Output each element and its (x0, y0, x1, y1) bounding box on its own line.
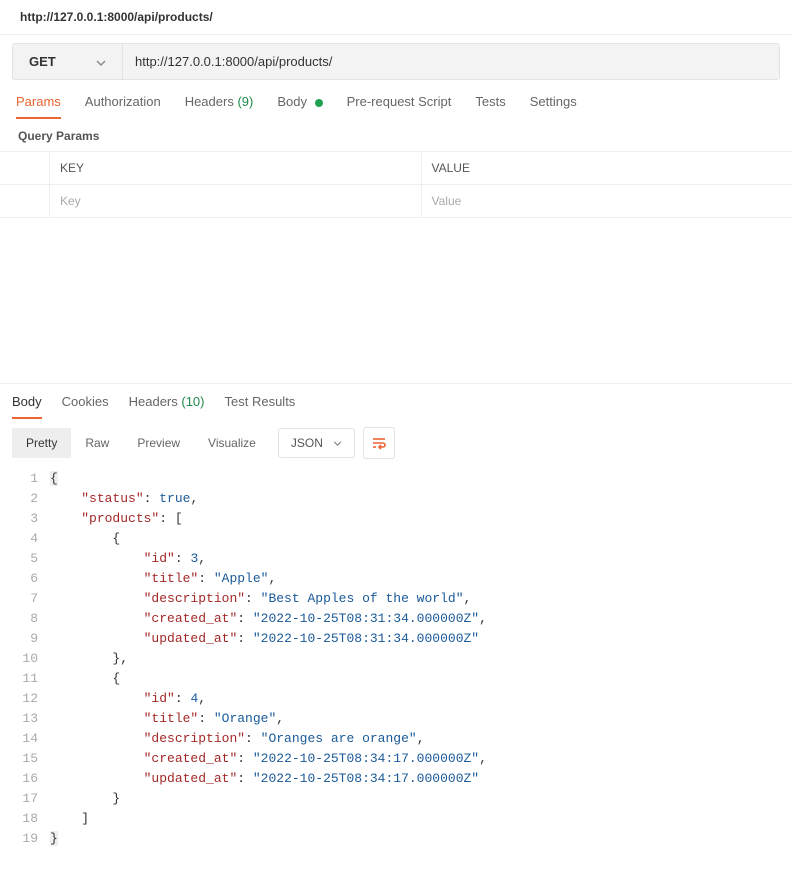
resp-tab-headers-label: Headers (129, 394, 178, 409)
wrap-icon (371, 436, 387, 450)
tab-headers-count: (9) (237, 94, 253, 109)
resp-tab-cookies[interactable]: Cookies (62, 394, 109, 419)
tab-headers[interactable]: Headers (9) (185, 94, 254, 119)
tab-tests[interactable]: Tests (475, 94, 505, 119)
view-preview-button[interactable]: Preview (123, 428, 194, 458)
params-checkbox-header (0, 152, 50, 185)
resp-tab-test-results[interactable]: Test Results (225, 394, 296, 419)
tab-headers-label: Headers (185, 94, 234, 109)
tab-params[interactable]: Params (16, 94, 61, 119)
green-dot-icon (315, 99, 323, 107)
params-table: KEY VALUE Key Value (0, 151, 792, 218)
resp-tab-body[interactable]: Body (12, 394, 42, 419)
tab-body[interactable]: Body (277, 94, 322, 119)
resp-tab-headers-count: (10) (181, 394, 204, 409)
params-value-input[interactable]: Value (422, 185, 792, 218)
params-header-row: KEY VALUE (0, 152, 792, 185)
http-method-value: GET (29, 54, 56, 69)
content-type-select[interactable]: JSON (278, 428, 355, 458)
params-key-input[interactable]: Key (50, 185, 422, 218)
params-key-header: KEY (50, 152, 422, 185)
query-params-label: Query Params (0, 119, 792, 151)
params-value-header: VALUE (422, 152, 792, 185)
view-raw-button[interactable]: Raw (71, 428, 123, 458)
view-mode-group: Pretty Raw Preview Visualize (12, 428, 270, 458)
response-body-viewer[interactable]: 1{2 "status": true,3 "products": [4 {5 "… (0, 467, 792, 869)
params-row-checkbox[interactable] (0, 185, 50, 218)
response-toolbar: Pretty Raw Preview Visualize JSON (0, 419, 792, 467)
request-url-input[interactable]: http://127.0.0.1:8000/api/products/ (123, 44, 779, 79)
view-pretty-button[interactable]: Pretty (12, 428, 71, 458)
tab-authorization[interactable]: Authorization (85, 94, 161, 119)
request-bar: GET http://127.0.0.1:8000/api/products/ (12, 43, 780, 80)
request-tab-title[interactable]: http://127.0.0.1:8000/api/products/ (0, 0, 792, 35)
tab-body-label: Body (277, 94, 307, 109)
response-tabs: Body Cookies Headers (10) Test Results (0, 383, 792, 419)
request-tabs: Params Authorization Headers (9) Body Pr… (0, 80, 792, 119)
tab-settings[interactable]: Settings (530, 94, 577, 119)
view-visualize-button[interactable]: Visualize (194, 428, 270, 458)
tab-pre-request[interactable]: Pre-request Script (347, 94, 452, 119)
chevron-down-icon (333, 438, 342, 449)
wrap-lines-button[interactable] (363, 427, 395, 459)
content-type-value: JSON (291, 436, 323, 450)
resp-tab-headers[interactable]: Headers (10) (129, 394, 205, 419)
params-empty-row: Key Value (0, 185, 792, 218)
chevron-down-icon (96, 54, 106, 69)
http-method-select[interactable]: GET (13, 44, 123, 79)
